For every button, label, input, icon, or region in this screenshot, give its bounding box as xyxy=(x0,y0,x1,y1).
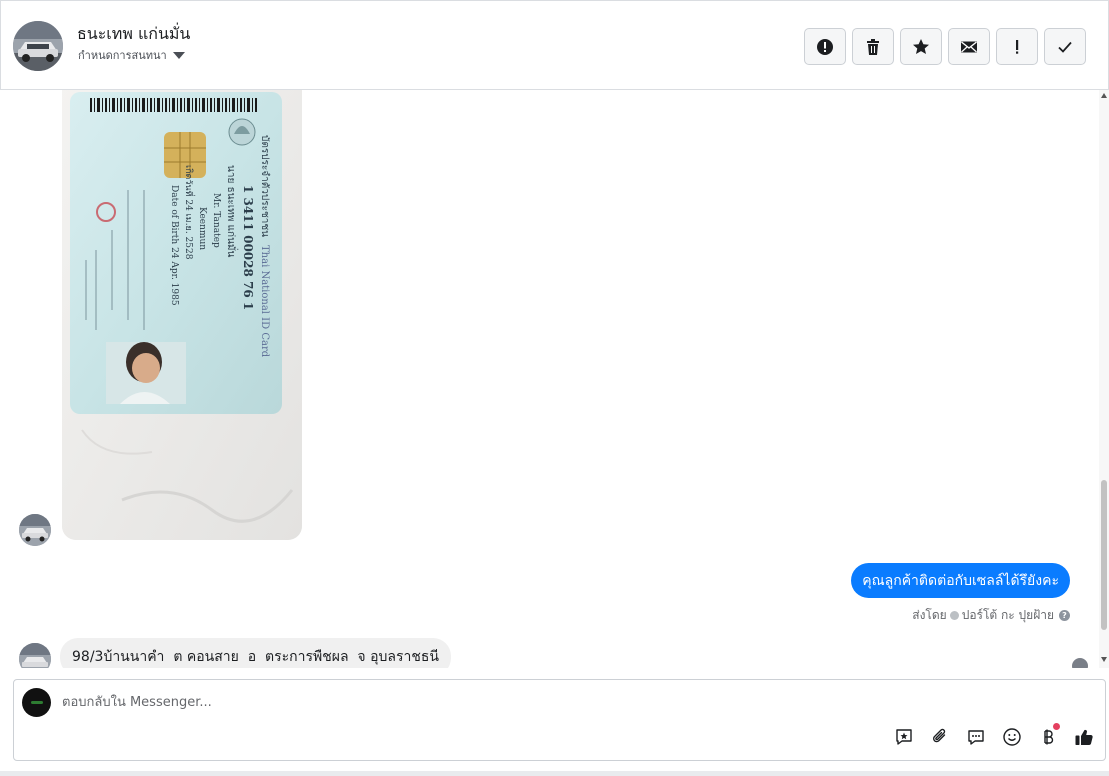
attachment-icon xyxy=(933,728,946,743)
assign-label: กำหนดการสนทนา xyxy=(78,49,167,62)
star-button[interactable] xyxy=(900,28,942,65)
quick-reply-button[interactable] xyxy=(965,726,987,748)
saved-reply-icon xyxy=(896,729,912,745)
help-icon[interactable]: ? xyxy=(1059,610,1070,621)
thumbs-up-icon xyxy=(1075,729,1093,745)
car-photo-icon xyxy=(19,643,51,668)
id-card-image: บัตรประจำตัวประชาชน Thai National ID Car… xyxy=(62,90,302,540)
sender-avatar[interactable] xyxy=(19,514,51,546)
sender-avatar[interactable] xyxy=(19,643,51,668)
exclamation-icon xyxy=(1016,39,1019,54)
mark-unread-button[interactable] xyxy=(948,28,990,65)
attach-button[interactable] xyxy=(929,726,951,748)
scroll-up-arrow-icon[interactable] xyxy=(1101,93,1107,98)
thread-scrollbar[interactable] xyxy=(1099,90,1109,668)
payment-button[interactable] xyxy=(1037,723,1060,748)
page-avatar xyxy=(22,688,51,717)
checkmark-icon xyxy=(1058,41,1072,53)
assign-conversation-dropdown[interactable]: กำหนดการสนทนา xyxy=(78,46,185,64)
baht-payment-icon xyxy=(1044,729,1054,745)
reply-input[interactable] xyxy=(62,690,762,714)
contact-avatar[interactable] xyxy=(13,21,63,71)
card-name-th: นาย ธนะเทพ แก่นมั่น xyxy=(225,165,239,258)
scroll-down-arrow-icon[interactable] xyxy=(1101,657,1107,662)
delete-button[interactable] xyxy=(852,28,894,65)
card-dob-en: Date of Birth 24 Apr. 1985 xyxy=(169,185,179,306)
card-last-name: Keenmun xyxy=(197,207,207,250)
card-title-en: Thai National ID Card xyxy=(259,245,270,358)
id-card-photo[interactable]: บัตรประจำตัวประชาชน Thai National ID Car… xyxy=(62,90,302,540)
incoming-message-bubble[interactable]: 98/3บ้านนาคำ ต คอนสาย อ ตระการพืชผล จ อุ… xyxy=(60,638,451,668)
mark-spam-button[interactable] xyxy=(804,28,846,65)
notification-dot xyxy=(1053,723,1060,730)
envelope-icon xyxy=(961,40,977,52)
star-icon xyxy=(913,38,929,54)
emoji-button[interactable] xyxy=(1001,726,1023,748)
message-thread[interactable]: บัตรประจำตัวประชาชน Thai National ID Car… xyxy=(0,90,1099,668)
trash-icon xyxy=(867,38,879,55)
alert-circle-icon xyxy=(817,38,833,55)
like-button[interactable] xyxy=(1073,726,1095,748)
chat-bubble-icon xyxy=(968,730,984,745)
car-photo-icon xyxy=(13,21,63,71)
composer-tools xyxy=(893,723,1095,748)
caret-down-icon xyxy=(172,52,185,59)
sent-by-name: ปอร์โต้ กะ ปุยฝ้าย xyxy=(961,608,1054,622)
conversation-header: ธนะเทพ แก่นมั่น กำหนดการสนทนา xyxy=(0,0,1109,90)
mark-done-button[interactable] xyxy=(1044,28,1086,65)
bottom-strip xyxy=(0,771,1109,776)
sent-by-prefix: ส่งโดย xyxy=(912,608,947,622)
scroll-thumb[interactable] xyxy=(1101,480,1107,630)
conversation-toolbar xyxy=(804,28,1086,65)
saved-reply-button[interactable] xyxy=(893,726,915,748)
outgoing-message-bubble[interactable]: คุณลูกค้าติดต่อกับเซลล์ได้รึยังคะ xyxy=(851,563,1070,598)
reply-composer xyxy=(13,679,1106,761)
card-name-en: Mr. Tanatep xyxy=(211,193,221,248)
card-title-th: บัตรประจำตัวประชาชน xyxy=(259,135,270,237)
sent-by-info: ส่งโดย ปอร์โต้ กะ ปุยฝ้าย ? xyxy=(912,606,1070,625)
emoji-icon xyxy=(1003,728,1021,746)
contact-name[interactable]: ธนะเทพ แก่นมั่น xyxy=(77,22,190,47)
car-photo-icon xyxy=(19,514,51,546)
verified-icon xyxy=(949,611,959,620)
read-receipt-avatar xyxy=(1072,658,1088,668)
card-id-number: 1 3411 00028 76 1 xyxy=(241,185,255,310)
follow-up-button[interactable] xyxy=(996,28,1038,65)
